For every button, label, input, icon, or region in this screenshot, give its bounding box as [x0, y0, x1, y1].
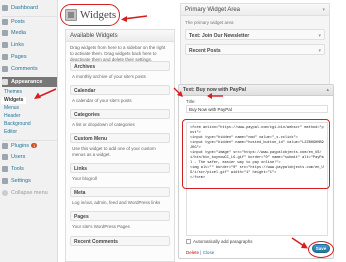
primary-area-title: Primary Widget Area [185, 7, 241, 13]
update-count-badge: 1 [31, 143, 38, 148]
collapse-arrow-icon[interactable]: ▴ [326, 87, 329, 93]
menu-posts[interactable]: Posts [2, 16, 57, 26]
primary-widget-item[interactable]: Recent Posts ▾ [185, 44, 325, 55]
widget-title-input[interactable]: Buy Now with PayPal [186, 105, 328, 113]
primary-area-header[interactable]: Primary Widget Area ▾ [181, 4, 329, 16]
menu-label: Pages [11, 54, 27, 60]
admin-sidebar: Dashboard Posts Media Links Pages Commen… [0, 0, 58, 262]
settings-icon [2, 178, 8, 184]
submenu-header[interactable]: Header [4, 113, 20, 120]
primary-widget-item[interactable]: Text: Join Our Newsletter ▾ [185, 29, 325, 40]
widget-description: A list or dropdown of categories [72, 122, 135, 128]
link-icon [2, 42, 8, 48]
menu-media[interactable]: Media [2, 28, 57, 38]
widget-description: Your blogroll [72, 176, 97, 182]
auto-paragraphs-label: Automatically add paragraphs [193, 239, 253, 244]
menu-plugins[interactable]: Plugins 1 [2, 140, 57, 150]
collapse-arrow-icon[interactable]: ▾ [322, 7, 325, 13]
widget-title[interactable]: Recent Comments [70, 235, 170, 246]
expand-arrow-icon[interactable]: ▾ [318, 33, 321, 39]
collapse-menu[interactable]: Collapse menu [2, 188, 57, 198]
widget-title[interactable]: Meta [70, 187, 170, 198]
menu-label: Settings [11, 178, 31, 184]
widget-description: Use this widget to add one of your custo… [72, 146, 156, 158]
menu-label: Plugins [11, 142, 30, 149]
widget-recent-comments[interactable]: Recent Comments [70, 235, 170, 246]
users-icon [2, 154, 8, 160]
expand-arrow-icon[interactable]: ▾ [318, 48, 321, 54]
submenu-menus[interactable]: Menus [4, 105, 19, 112]
page-title-highlight: Widgets [60, 4, 120, 26]
title-pointer-arrow-icon [121, 15, 148, 22]
menu-label: Links [11, 42, 24, 48]
widget-custom-menu[interactable]: Custom Menu Use this widget to add one of… [70, 133, 170, 161]
widget-description: Your site's WordPress Pages [72, 224, 130, 230]
widget-control-actions: Delete | Close [186, 250, 215, 255]
widget-title[interactable]: Categories [70, 109, 170, 120]
menu-label: Users [11, 154, 26, 160]
submenu-editor[interactable]: Editor [4, 129, 17, 136]
widget-content-textarea[interactable]: <form action="https://www.paypal.com/cgi… [186, 122, 328, 236]
widget-description: Log in/out, admin, feed and WordPress li… [72, 200, 161, 206]
widget-title: Recent Posts [189, 48, 221, 54]
widget-meta[interactable]: Meta Log in/out, admin, feed and WordPres… [70, 187, 170, 209]
widget-links[interactable]: Links Your blogroll [70, 163, 170, 185]
primary-area-description: The primary widget area [185, 20, 234, 25]
dashboard-icon [2, 5, 8, 11]
widget-title[interactable]: Calendar [70, 85, 170, 96]
available-widgets-description: Drag widgets from here to a sidebar on t… [70, 45, 166, 63]
collapse-icon [2, 190, 8, 196]
widget-title[interactable]: Links [70, 163, 170, 174]
save-button[interactable]: Save [312, 244, 330, 253]
pin-icon [2, 18, 8, 25]
available-widgets-header[interactable]: Available Widgets [66, 30, 174, 42]
widget-title[interactable]: Pages [70, 211, 170, 222]
menu-comments[interactable]: Comments [2, 64, 57, 74]
menu-label: Tools [11, 166, 24, 172]
widget-description: A monthly archive of your site's posts [72, 74, 146, 79]
available-widgets-panel: Available Widgets Drag widgets from here… [65, 29, 175, 262]
close-link[interactable]: Close [203, 250, 215, 255]
plugin-icon [2, 142, 8, 149]
auto-paragraphs-checkbox[interactable] [186, 239, 191, 244]
menu-label: Appearance [11, 79, 43, 85]
menu-appearance[interactable]: Appearance [2, 77, 57, 87]
menu-label: Posts [11, 18, 25, 25]
widget-title[interactable]: Custom Menu [70, 133, 170, 144]
menu-label: Collapse menu [11, 190, 48, 196]
appearance-icon [2, 79, 8, 85]
page-title: Widgets [80, 9, 117, 21]
tools-icon [2, 166, 8, 172]
widget-description: A calendar of your site's posts [72, 98, 132, 104]
comment-icon [2, 66, 8, 72]
widget-archives[interactable]: Archives A monthly archive of your site's… [70, 61, 170, 83]
menu-links[interactable]: Links [2, 40, 57, 50]
menu-label: Comments [11, 66, 38, 72]
menu-pages[interactable]: Pages [2, 52, 57, 62]
text-widget-editor: Text: Buy now with PayPal ▴ Title: Buy No… [178, 84, 334, 259]
page-icon [2, 54, 8, 60]
menu-label: Dashboard [11, 5, 38, 11]
submenu-themes[interactable]: Themes [4, 89, 22, 96]
widget-title: Text: Join Our Newsletter [189, 33, 250, 39]
widget-pages[interactable]: Pages Your site's WordPress Pages [70, 211, 170, 233]
title-field-label: Title: [186, 99, 196, 104]
text-widget-title: Text: Buy now with PayPal [183, 87, 246, 93]
menu-dashboard[interactable]: Dashboard [2, 3, 57, 13]
auto-paragraphs-option[interactable]: Automatically add paragraphs [186, 239, 253, 244]
menu-settings[interactable]: Settings [2, 176, 57, 186]
menu-tools[interactable]: Tools [2, 164, 57, 174]
submenu-widgets[interactable]: Widgets [1, 97, 27, 104]
menu-users[interactable]: Users [2, 152, 57, 162]
text-widget-header[interactable]: Text: Buy now with PayPal ▴ [179, 85, 333, 96]
media-icon [2, 30, 8, 36]
delete-link[interactable]: Delete [186, 250, 199, 255]
submenu-background[interactable]: Background [4, 121, 31, 128]
widget-calendar[interactable]: Calendar A calendar of your site's posts [70, 85, 170, 107]
menu-label: Media [11, 30, 26, 36]
appearance-icon [65, 9, 77, 21]
widget-categories[interactable]: Categories A list or dropdown of categori… [70, 109, 170, 131]
